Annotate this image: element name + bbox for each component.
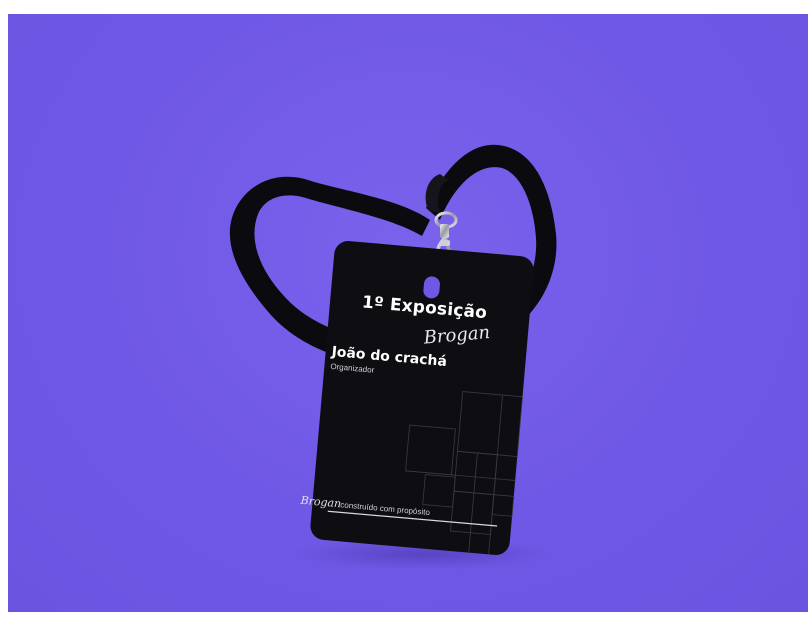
badge-holder-role: Organizador (330, 361, 375, 375)
badge-brand-script: Brogan (422, 321, 491, 349)
badge-title: 1º Exposição (361, 292, 488, 324)
product-photo-scene: 1º Exposição Brogan João do crachá Organ… (8, 14, 808, 612)
badge-text-layer: 1º Exposição Brogan João do crachá Organ… (300, 240, 534, 556)
badge-footer-tagline: construído com propósito (339, 500, 431, 518)
badge-footer-brand: Brogan (300, 493, 342, 511)
